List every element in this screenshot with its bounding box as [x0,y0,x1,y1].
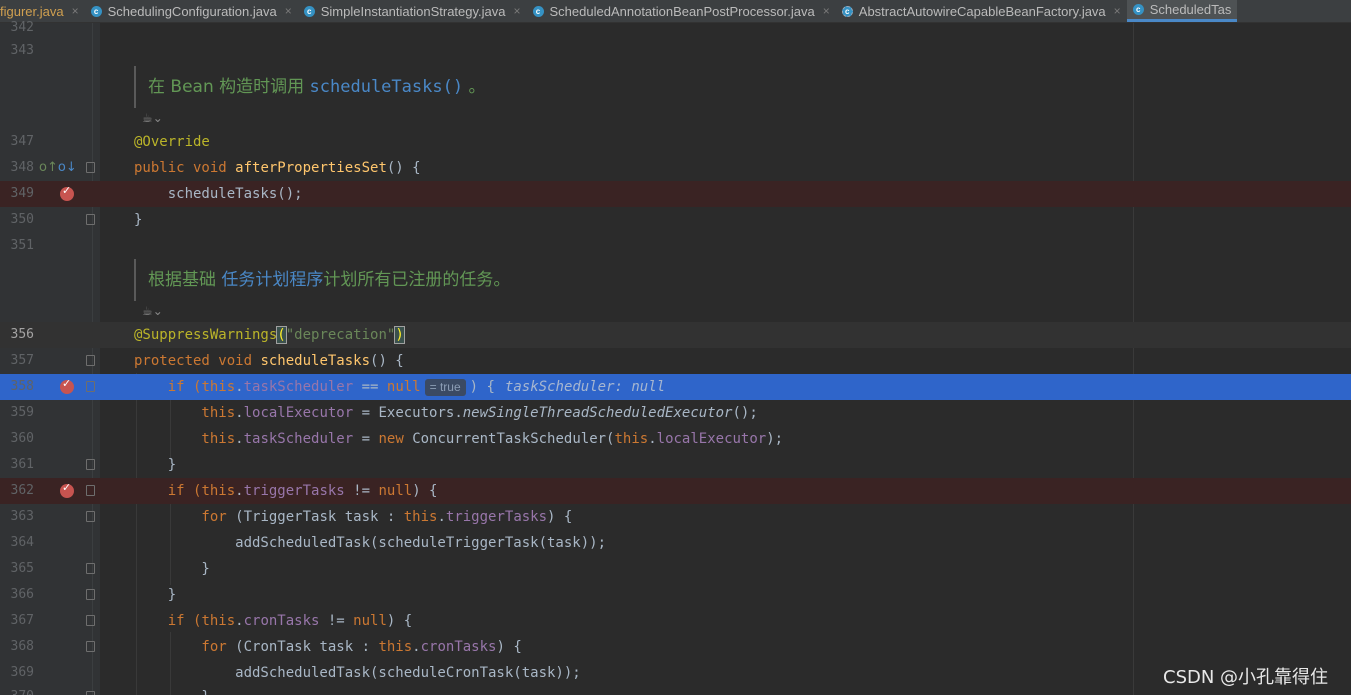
code-line-361[interactable]: 361 } [0,452,1351,478]
fold-icon[interactable] [86,485,95,496]
fold-icon[interactable] [86,381,95,392]
code-text: @SuppressWarnings("deprecation") [134,326,405,344]
code-line-365[interactable]: 365 } [0,556,1351,582]
code-text: this.taskScheduler = new ConcurrentTaskS… [134,431,784,447]
line-number: 359 [10,405,34,420]
line-number: 362 [10,483,34,498]
code-line-348[interactable]: 348 o↑o↓ public void afterPropertiesSet(… [0,155,1351,181]
inline-value-hint: = true [424,379,466,396]
breakpoint-icon[interactable] [60,184,74,201]
code-text: } [134,684,209,695]
line-number: 350 [10,212,34,227]
code-line-358[interactable]: 358 if (this.taskScheduler == null= true… [0,374,1351,400]
line-number: 367 [10,613,34,628]
line-number: 369 [10,665,34,680]
code-text: addScheduledTask(scheduleTriggerTask(tas… [134,535,607,551]
debugger-inline-value: taskScheduler: null [504,379,666,395]
code-line-370[interactable]: 370 } [0,684,1351,695]
fold-icon[interactable] [86,615,95,626]
line-number: 351 [10,238,34,253]
code-text: } [134,561,210,577]
fold-icon[interactable] [86,162,95,173]
doc-bar [134,66,136,108]
line-number: 348 [10,160,34,175]
code-line-360[interactable]: 360 this.taskScheduler = new ConcurrentT… [0,426,1351,452]
line-number: 363 [10,509,34,524]
code-line-356[interactable]: 356 @SuppressWarnings("deprecation") [0,322,1351,348]
rendered-javadoc[interactable]: 根据基础 任务计划程序计划所有已注册的任务。 [134,259,694,301]
rendered-javadoc[interactable]: 在 Bean 构造时调用 scheduleTasks() 。 [134,66,694,108]
code-text: @Override [134,134,210,150]
reader-mode-icon[interactable]: ☕⌄ [142,111,163,125]
code-text: if (this.cronTasks != null) { [134,613,413,629]
code-text: for (CronTask task : this.cronTasks) { [134,639,522,655]
overrides-method-icon[interactable]: o↑o↓ [39,158,77,178]
fold-icon[interactable] [86,214,95,225]
line-number: 361 [10,457,34,472]
code-text: public void afterPropertiesSet() { [134,160,421,176]
code-line-357[interactable]: 357 protected void scheduleTasks() { [0,348,1351,374]
code-line-369[interactable]: 369 addScheduledTask(scheduleCronTask(ta… [0,660,1351,686]
line-number: 347 [10,134,34,149]
code-line-366[interactable]: 366 } [0,582,1351,608]
code-text: protected void scheduleTasks() { [134,353,404,369]
fold-icon[interactable] [86,563,95,574]
fold-icon[interactable] [86,459,95,470]
line-number: 368 [10,639,34,654]
doc-link: 任务计划程序 [221,270,324,290]
line-number: 366 [10,587,34,602]
line-number: 370 [0,684,34,695]
code-line-347[interactable]: 347 @Override [0,129,1351,155]
code-line-351[interactable]: 351 [0,233,1351,259]
class-icon: c [1132,4,1144,15]
doc-text: 在 Bean 构造时调用 scheduleTasks() 。 [148,77,486,97]
code-text: } [134,212,143,228]
code-line-349[interactable]: 349 scheduleTasks(); [0,181,1351,207]
breakpoint-icon[interactable] [60,377,74,394]
doc-text: 根据基础 任务计划程序计划所有已注册的任务。 [148,270,511,290]
code-line-367[interactable]: 367 if (this.cronTasks != null) { [0,608,1351,634]
line-number: 343 [10,43,34,58]
code-line-363[interactable]: 363 for (TriggerTask task : this.trigger… [0,504,1351,530]
code-line-350[interactable]: 350 } [0,207,1351,233]
code-line-343[interactable]: 343 [0,38,1351,64]
fold-icon[interactable] [86,589,95,600]
line-number: 358 [10,379,34,394]
code-text: } [134,587,177,603]
line-number: 360 [10,431,34,446]
code-line-368[interactable]: 368 for (CronTask task : this.cronTasks)… [0,634,1351,660]
fold-icon[interactable] [86,511,95,522]
fold-icon[interactable] [86,355,95,366]
code-text: scheduleTasks(); [134,186,303,202]
code-text: this.localExecutor = Executors.newSingle… [134,405,758,421]
line-number: 365 [10,561,34,576]
line-number: 349 [10,186,34,201]
doc-bar [134,259,136,301]
code-text: if (this.taskScheduler == null = true) {t… [134,379,666,396]
code-line-362[interactable]: 362 if (this.triggerTasks != null) { [0,478,1351,504]
reader-mode-icon[interactable]: ☕⌄ [142,304,163,318]
code-text: for (TriggerTask task : this.triggerTask… [134,509,573,525]
line-number: 356 [10,327,34,342]
fold-icon[interactable] [86,691,95,695]
code-line-359[interactable]: 359 this.localExecutor = Executors.newSi… [0,400,1351,426]
line-number: 357 [10,353,34,368]
watermark: CSDN @小孔靠得住 [1163,667,1329,688]
fold-icon[interactable] [86,641,95,652]
line-number: 364 [10,535,34,550]
code-text: addScheduledTask(scheduleCronTask(task))… [134,665,581,681]
code-text: } [134,457,177,473]
code-text: if (this.triggerTasks != null) { [134,483,438,499]
breakpoint-icon[interactable] [60,481,74,498]
code-line-364[interactable]: 364 addScheduledTask(scheduleTriggerTask… [0,530,1351,556]
